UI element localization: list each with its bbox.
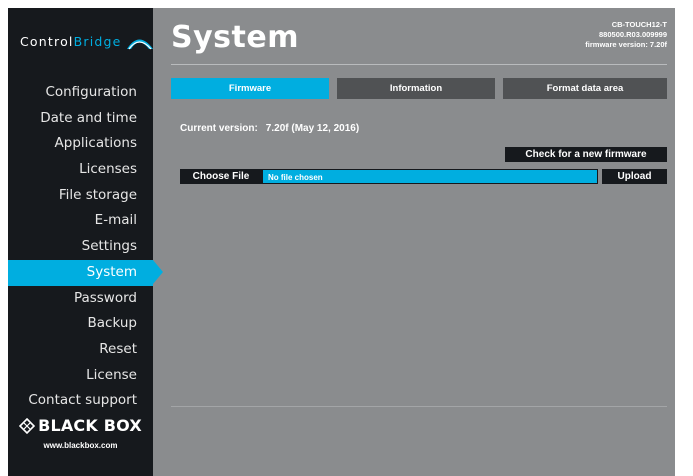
tab-information[interactable]: Information <box>337 78 495 99</box>
choose-file-button[interactable]: Choose File <box>180 169 262 184</box>
brand-name-row: BLACK BOX <box>8 416 153 435</box>
controlbridge-logo: ControlBridge <box>20 30 155 52</box>
current-version-label: Current version: <box>180 123 258 134</box>
sidebar-item-contact-support[interactable]: Contact support <box>8 388 153 414</box>
device-model: CB-TOUCH12-T <box>611 20 667 29</box>
sidebar: ControlBridge Configuration Date and tim… <box>8 8 163 476</box>
sidebar-item-backup[interactable]: Backup <box>8 311 153 337</box>
sidebar-item-file-storage[interactable]: File storage <box>8 183 153 209</box>
blackbox-logo[interactable]: BLACK BOX www.blackbox.com <box>8 416 153 450</box>
file-status: No file chosen <box>262 169 598 184</box>
bridge-arc-icon <box>126 39 153 50</box>
upload-button[interactable]: Upload <box>602 169 667 184</box>
page-title: System <box>171 20 299 55</box>
diamond-icon <box>19 417 36 434</box>
brand-name: BLACK BOX <box>38 416 142 435</box>
tab-format-data-area[interactable]: Format data area <box>503 78 667 99</box>
firmware-version-line: firmware version: 7.20f <box>585 40 667 49</box>
app-window: ControlBridge Configuration Date and tim… <box>8 8 675 476</box>
brand-url[interactable]: www.blackbox.com <box>8 441 153 450</box>
sidebar-item-date-and-time[interactable]: Date and time <box>8 106 153 132</box>
header-divider <box>171 64 667 65</box>
file-upload-row: Choose File No file chosen Upload <box>180 169 667 184</box>
sidebar-item-password[interactable]: Password <box>8 286 153 312</box>
sidebar-item-email[interactable]: E-mail <box>8 208 153 234</box>
tab-firmware[interactable]: Firmware <box>171 78 329 99</box>
check-firmware-button[interactable]: Check for a new firmware <box>505 147 667 162</box>
sidebar-nav: Configuration Date and time Applications… <box>8 80 163 414</box>
sidebar-item-reset[interactable]: Reset <box>8 337 153 363</box>
logo-accent: Bridge <box>73 33 122 49</box>
current-version: Current version: 7.20f (May 12, 2016) <box>180 123 359 134</box>
sidebar-item-licenses[interactable]: Licenses <box>8 157 153 183</box>
device-serial: 880500.R03.009999 <box>599 30 667 39</box>
sidebar-item-license[interactable]: License <box>8 363 153 389</box>
footer-divider <box>171 406 667 407</box>
sidebar-item-configuration[interactable]: Configuration <box>8 80 153 106</box>
tab-bar: Firmware Information Format data area <box>171 78 667 99</box>
sidebar-item-settings[interactable]: Settings <box>8 234 153 260</box>
sidebar-item-applications[interactable]: Applications <box>8 131 153 157</box>
sidebar-item-system[interactable]: System <box>8 259 163 286</box>
device-info: CB-TOUCH12-T 880500.R03.009999 firmware … <box>585 20 667 50</box>
logo-prefix: Control <box>20 33 74 49</box>
logo-text: ControlBridge <box>20 34 122 49</box>
current-version-value: 7.20f (May 12, 2016) <box>265 123 360 134</box>
